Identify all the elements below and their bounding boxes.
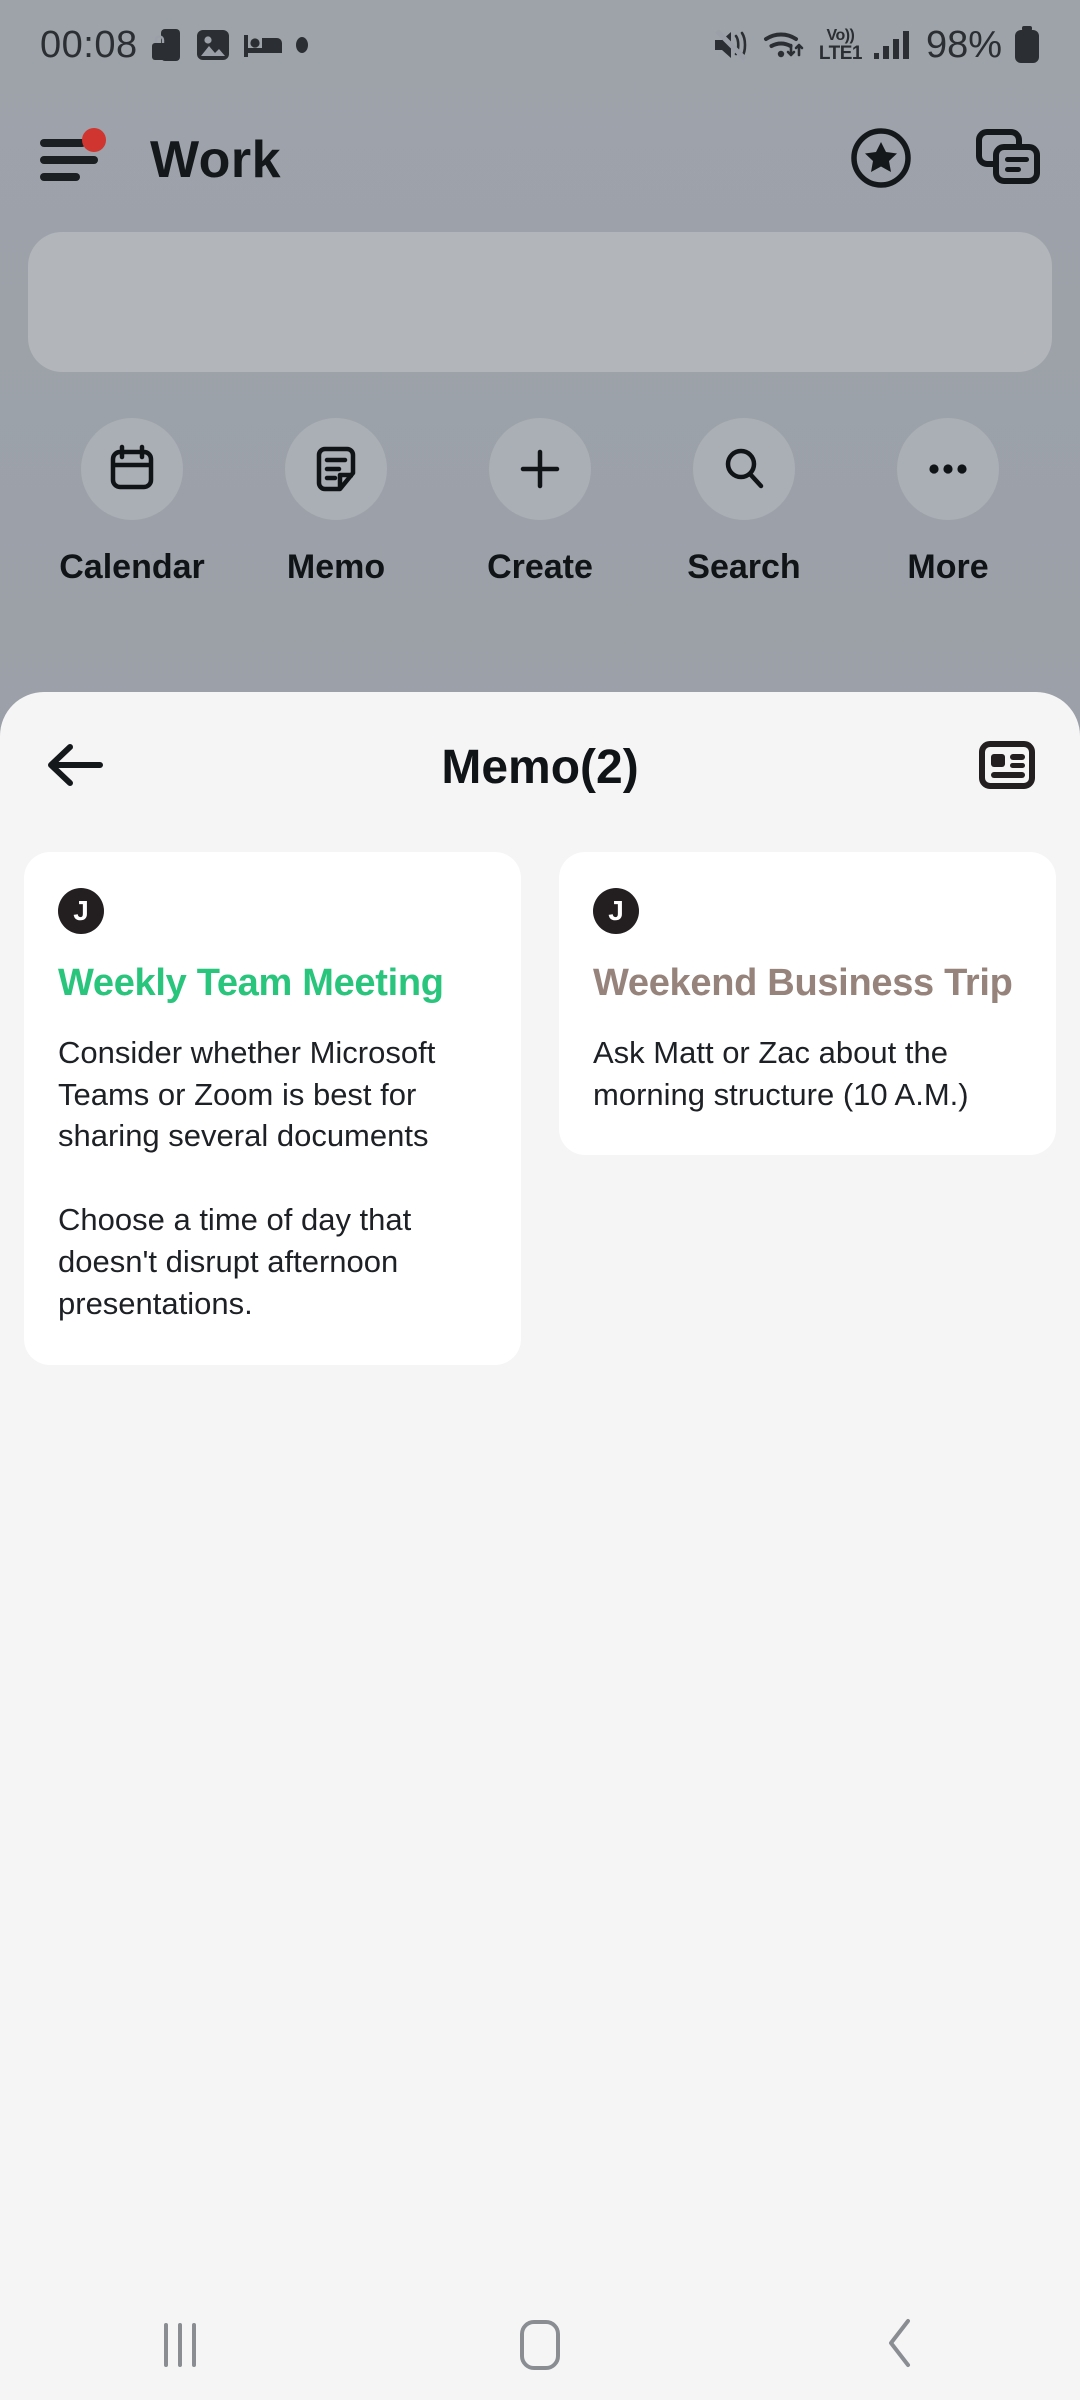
back-button[interactable] xyxy=(800,2290,1000,2400)
star-circle-icon[interactable] xyxy=(850,127,912,194)
ellipsis-icon xyxy=(897,418,999,520)
phone-lock-icon xyxy=(151,27,182,63)
recents-button[interactable] xyxy=(80,2290,280,2400)
header-actions xyxy=(850,127,1040,194)
memo-sheet-header: Memo(2) xyxy=(0,692,1080,842)
calendar-icon xyxy=(81,418,183,520)
search-bar-placeholder[interactable] xyxy=(28,232,1052,372)
recents-icon xyxy=(164,2323,196,2367)
quick-action-label: More xyxy=(907,548,989,586)
avatar: J xyxy=(593,888,639,934)
memo-body: Ask Matt or Zac about the morning struct… xyxy=(593,1034,969,1112)
memo-card-grid: J Weekly Team Meeting Consider whether M… xyxy=(0,842,1080,1365)
memo-note-icon xyxy=(285,418,387,520)
gallery-icon xyxy=(196,28,230,62)
status-bar-right: Vo)) LTE1 98% xyxy=(713,24,1040,67)
status-bar: 00:08 Vo)) LTE1 98% xyxy=(0,0,1080,90)
memo-title-wrap: Weekly Team Meeting xyxy=(58,962,487,1006)
page-title: Work xyxy=(150,131,282,189)
status-bar-left: 00:08 xyxy=(40,24,308,67)
home-button[interactable] xyxy=(440,2290,640,2400)
dot-icon xyxy=(295,37,308,53)
list-view-icon[interactable] xyxy=(978,739,1036,796)
memo-title: Weekly Team Meeting xyxy=(58,962,444,1004)
memo-card[interactable]: J Weekly Team Meeting Consider whether M… xyxy=(24,852,521,1365)
quick-action-create[interactable]: Create xyxy=(450,418,630,587)
battery-icon xyxy=(1014,26,1040,64)
volte-line1: Vo)) xyxy=(826,26,855,44)
memo-sheet-title: Memo(2) xyxy=(441,740,639,794)
back-icon xyxy=(883,2317,917,2374)
search-icon xyxy=(693,418,795,520)
memo-body: Consider whether Microsoft Teams or Zoom… xyxy=(58,1034,436,1321)
notification-badge-dot xyxy=(82,128,106,152)
bed-icon xyxy=(243,30,282,60)
back-arrow-icon[interactable] xyxy=(44,740,106,795)
memo-card[interactable]: J Weekend Business Trip Ask Matt or Zac … xyxy=(559,852,1056,1156)
quick-action-calendar[interactable]: Calendar xyxy=(42,418,222,587)
quick-action-search[interactable]: Search xyxy=(654,418,834,587)
wifi-icon xyxy=(763,28,807,62)
memo-bottom-sheet: Memo(2) J Weekly Team Meeting Consider w… xyxy=(0,692,1080,2400)
volte-line2: LTE1 xyxy=(818,42,863,64)
quick-action-label: Memo xyxy=(286,548,386,586)
quick-action-label: Search xyxy=(687,548,801,586)
home-icon xyxy=(520,2320,560,2370)
mute-icon xyxy=(713,28,751,62)
quick-action-label: Create xyxy=(487,548,593,586)
memo-title-wrap: Weekend Business Trip xyxy=(593,962,1022,1006)
android-nav-bar xyxy=(0,2290,1080,2400)
plus-icon xyxy=(489,418,591,520)
quick-action-memo[interactable]: Memo xyxy=(246,418,426,587)
avatar: J xyxy=(58,888,104,934)
hamburger-menu-button[interactable] xyxy=(40,128,110,190)
stacked-cards-icon[interactable] xyxy=(976,128,1040,192)
battery-percent: 98% xyxy=(925,23,1002,66)
quick-actions-row: Calendar Memo Create Search More xyxy=(0,418,1080,587)
volte-indicator: Vo)) LTE1 xyxy=(818,26,863,64)
status-clock: 00:08 xyxy=(40,23,138,66)
quick-action-label: Calendar xyxy=(59,548,205,586)
signal-bars-icon xyxy=(873,30,912,60)
quick-action-more[interactable]: More xyxy=(858,418,1038,587)
app-header: Work xyxy=(0,100,1080,220)
memo-title: Weekend Business Trip xyxy=(593,962,1013,1004)
